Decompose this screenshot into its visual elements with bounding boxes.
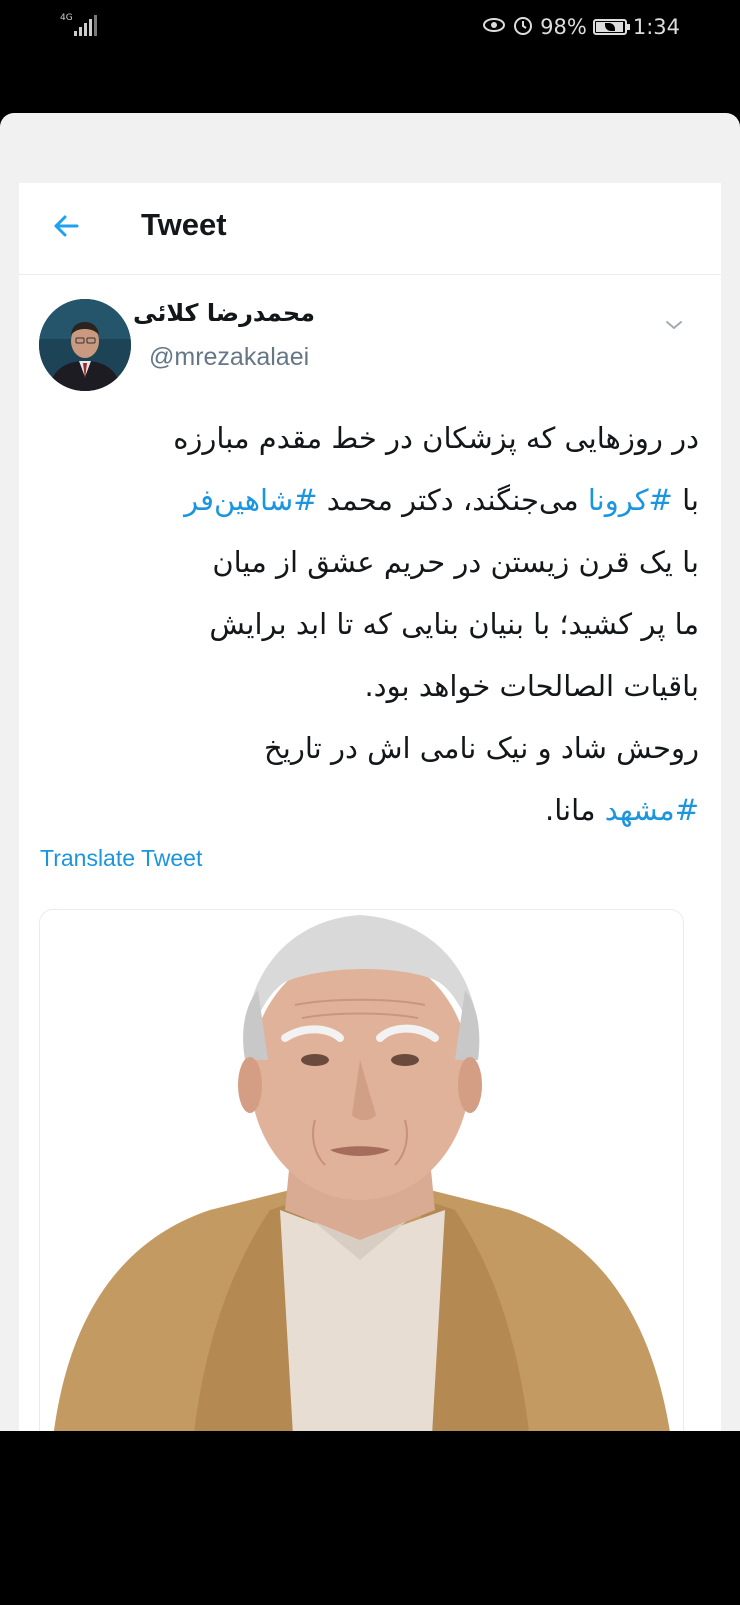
display-name[interactable]: محمدرضا کلائی bbox=[133, 299, 315, 327]
tweet-line: در روزهایی که پزشکان در خط مقدم مبارزه bbox=[173, 421, 699, 455]
eye-comfort-icon bbox=[482, 15, 506, 38]
arrow-left-icon bbox=[54, 215, 79, 237]
status-bar: 4G 98% 1:34 bbox=[0, 0, 740, 60]
tweet-photo[interactable] bbox=[39, 909, 684, 1431]
status-right: 98% 1:34 bbox=[482, 14, 680, 39]
battery-percent: 98% bbox=[540, 14, 587, 39]
tweet-header: Tweet bbox=[19, 183, 721, 275]
tweet-text: در روزهایی که پزشکان در خط مقدم مبارزه ب… bbox=[49, 407, 699, 841]
battery-icon bbox=[592, 18, 630, 35]
tweet-line: با #کرونا می‌جنگند، دکتر محمد #شاهین‌فر bbox=[49, 469, 699, 531]
tweet-options-button[interactable] bbox=[662, 313, 686, 337]
tweet-line: روحش شاد و نیک نامی اش در تاریخ bbox=[264, 731, 699, 765]
tweet-line: باقیات الصالحات خواهد بود. bbox=[364, 669, 699, 703]
tweet-line: #مشهد مانا. bbox=[49, 779, 699, 841]
portrait-image bbox=[40, 910, 683, 1431]
user-handle[interactable]: @mrezakalaei bbox=[149, 343, 309, 372]
tweet-text-fragment: با bbox=[672, 483, 699, 517]
clock: 1:34 bbox=[632, 14, 680, 39]
avatar[interactable] bbox=[39, 299, 131, 391]
tweet-sheet: Tweet محمدرضا کلائی @mrezakalaei در روزه… bbox=[0, 113, 740, 1431]
hashtag-link[interactable]: #مشهد bbox=[605, 793, 699, 827]
back-button[interactable] bbox=[49, 209, 83, 243]
signal-icon: 4G bbox=[60, 14, 97, 36]
tweet-line: با یک قرن زیستن در حریم عشق از میان bbox=[212, 545, 699, 579]
tweet-text-fragment: مانا. bbox=[544, 793, 605, 827]
tweet-text-fragment: می‌جنگند، دکتر محمد bbox=[317, 483, 588, 517]
alarm-icon bbox=[512, 14, 534, 39]
tweet-card: Tweet محمدرضا کلائی @mrezakalaei در روزه… bbox=[19, 183, 721, 1431]
page-title: Tweet bbox=[141, 207, 227, 242]
chevron-down-icon bbox=[666, 321, 682, 329]
tweet-line: ما پر کشید؛ با بنیان بنایی که تا ابد برا… bbox=[209, 607, 699, 641]
hashtag-link[interactable]: #شاهین‌فر bbox=[184, 483, 317, 517]
navigation-area bbox=[0, 1431, 740, 1605]
translate-tweet-link[interactable]: Translate Tweet bbox=[40, 845, 202, 872]
hashtag-link[interactable]: #کرونا bbox=[588, 483, 673, 517]
network-type: 4G bbox=[60, 13, 73, 23]
